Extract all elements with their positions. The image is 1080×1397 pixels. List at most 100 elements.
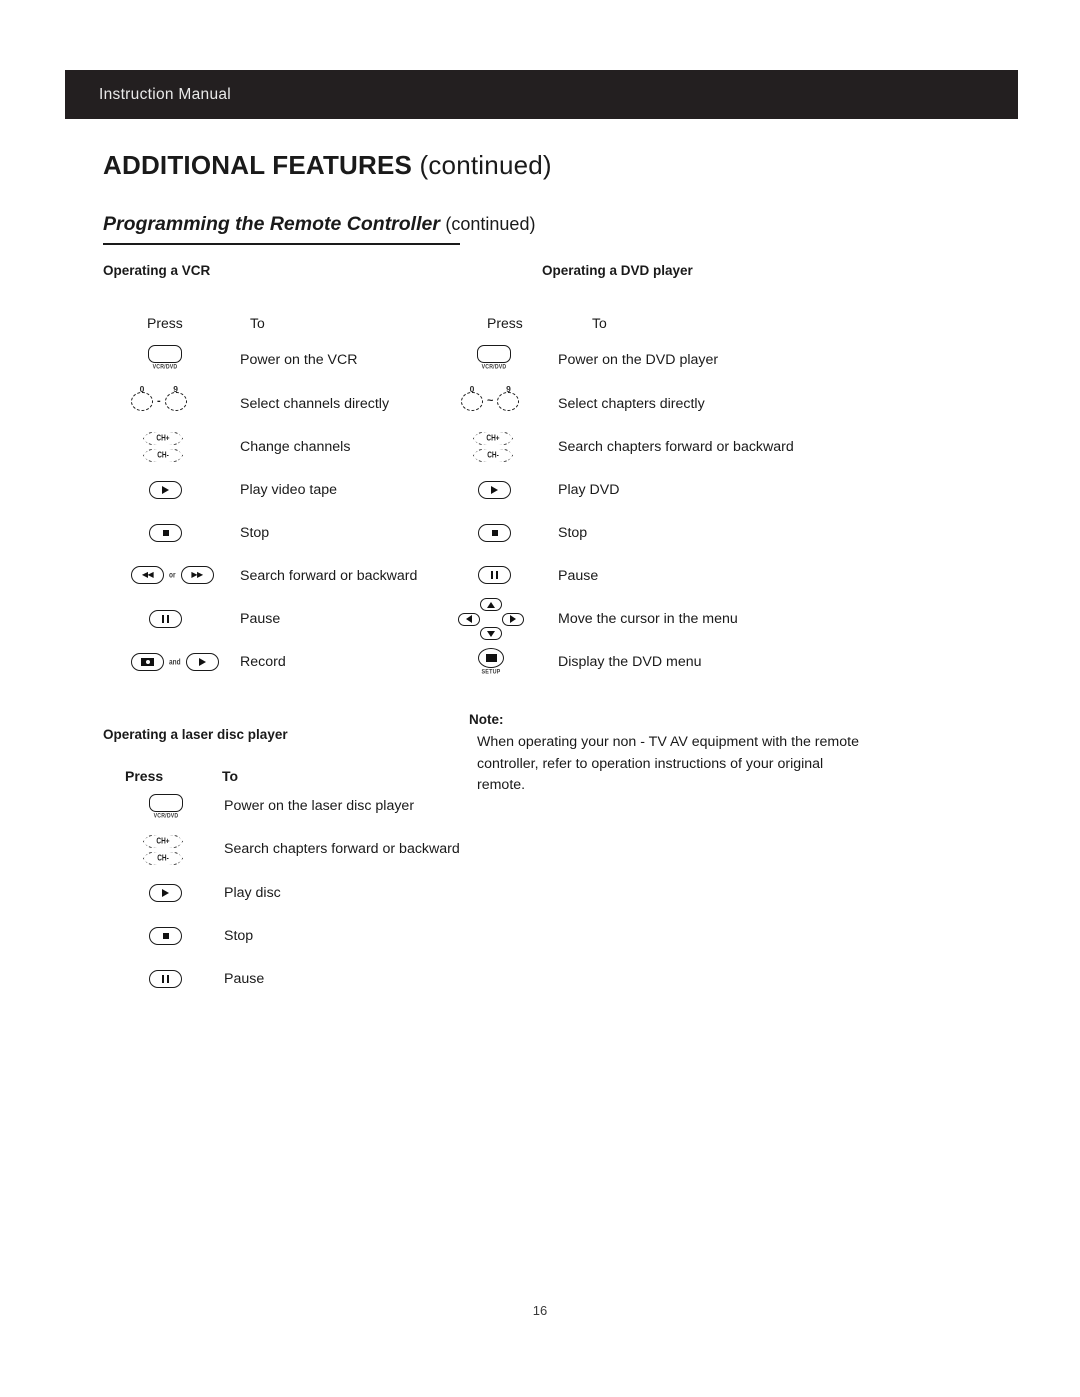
icon-stop-button-icon[interactable] (149, 524, 182, 542)
laser-row-label-3: Stop (224, 928, 254, 944)
stop-glyph-laser (162, 933, 169, 939)
section-heading-laser-disc: Operating a laser disc player (103, 727, 288, 742)
play-button-secondary[interactable] (185, 653, 219, 671)
vcr-row-label-0: Power on the VCR (240, 352, 358, 368)
icon-record-and-play-buttons-icon[interactable]: and (131, 653, 219, 671)
vcr-row-label-1: Select channels directly (240, 396, 390, 412)
dvd-row-label-0: Power on the DVD player (558, 352, 719, 368)
icon-pause-button-icon-dvd[interactable] (478, 566, 511, 584)
vcr-column-header-to: To (250, 315, 265, 331)
icon-stop-button-icon-laser[interactable] (149, 927, 182, 945)
icon-channel-up-down-rocker-icon[interactable]: CH+ CH- (143, 431, 183, 463)
icon-number-buttons-0-to-9-icon-dvd[interactable]: 0 ~ 9 (461, 385, 520, 411)
channel-down-button[interactable]: CH- (143, 449, 183, 462)
laser-column-header-to: To (222, 768, 239, 784)
channel-down-label: CH- (157, 451, 169, 460)
pause-glyph-laser (161, 975, 170, 983)
page-title-continued: (continued) (419, 150, 552, 180)
chapter-backward-button[interactable]: CH- (473, 449, 513, 462)
icon-play-button-icon-laser[interactable] (149, 884, 182, 902)
record-button[interactable] (131, 653, 164, 671)
play-glyph-dvd (491, 486, 498, 494)
stop-glyph-dvd (491, 530, 498, 536)
number-button-low-circle-dvd (461, 392, 483, 411)
header-title: Instruction Manual (99, 85, 232, 103)
icon-pause-button-icon-laser[interactable] (149, 970, 182, 988)
power-button-caption-dvd: VCR/DVD (481, 363, 507, 371)
cursor-down-button[interactable] (480, 627, 502, 640)
header-bar: Instruction Manual (65, 70, 1018, 119)
setup-button-body (478, 648, 504, 668)
power-button-body-laser (149, 794, 183, 812)
vcr-row-label-7: Record (240, 654, 286, 670)
chapter-forward-label-laser: CH+ (156, 837, 170, 846)
section-subtitle-continued: (continued) (445, 214, 536, 234)
section-heading-vcr: Operating a VCR (103, 263, 211, 278)
chapter-forward-button[interactable]: CH+ (473, 432, 513, 445)
laser-row-label-0: Power on the laser disc player (224, 798, 415, 814)
stop-glyph (162, 530, 169, 536)
subtitle-underline (103, 243, 460, 245)
chapter-forward-button-laser[interactable]: CH+ (143, 835, 183, 848)
dvd-row-label-3: Play DVD (558, 482, 620, 498)
dvd-row-label-5: Pause (558, 568, 599, 584)
cursor-right-button[interactable] (502, 612, 524, 626)
dvd-row-label-1: Select chapters directly (558, 396, 705, 412)
channel-up-label: CH+ (156, 434, 170, 443)
laser-row-label-4: Pause (224, 971, 265, 987)
icon-cursor-direction-pad-icon[interactable] (458, 598, 524, 640)
vcr-row-label-5: Search forward or backward (240, 568, 418, 584)
connector-or-label: or (169, 570, 176, 580)
cursor-left-button[interactable] (458, 612, 480, 626)
play-glyph-laser (162, 889, 169, 897)
icon-setup-menu-button-icon[interactable]: SETUP (478, 648, 504, 676)
number-range-tilde: ~ (487, 395, 494, 407)
fast-forward-button[interactable]: ▶▶ (180, 566, 214, 584)
icon-play-button-icon-dvd[interactable] (478, 481, 511, 499)
laser-row-label-1: Search chapters forward or backward (224, 841, 460, 857)
channel-up-button[interactable]: CH+ (143, 432, 183, 445)
vcr-column-header-press: Press (147, 315, 183, 331)
icon-power-vcr-dvd-button-icon-dvd[interactable]: VCR/DVD (477, 345, 511, 371)
chapter-backward-button-laser[interactable]: CH- (143, 852, 183, 865)
note-title: Note: (469, 712, 504, 727)
play-glyph-secondary (198, 658, 206, 666)
vcr-row-label-2: Change channels (240, 439, 351, 455)
dvd-row-label-6: Move the cursor in the menu (558, 611, 738, 627)
number-range-dash: - (157, 395, 161, 407)
fast-forward-glyph: ▶▶ (191, 570, 203, 579)
connector-and-label: and (169, 657, 181, 667)
rewind-button[interactable]: ◀◀ (131, 566, 164, 584)
section-subtitle: Programming the Remote Controller (conti… (103, 213, 535, 236)
pause-glyph (161, 615, 170, 623)
cursor-up-button[interactable] (480, 598, 502, 611)
icon-power-vcr-dvd-button-icon[interactable]: VCR/DVD (148, 345, 182, 371)
vcr-row-label-4: Stop (240, 525, 270, 541)
dvd-column-header-to: To (592, 315, 607, 331)
section-subtitle-main: Programming the Remote Controller (103, 213, 440, 235)
icon-power-vcr-dvd-button-icon-laser[interactable]: VCR/DVD (149, 794, 183, 820)
dvd-row-label-4: Stop (558, 525, 588, 541)
record-glyph (141, 658, 154, 666)
page-title-main: ADDITIONAL FEATURES (103, 150, 413, 180)
vcr-row-label-6: Pause (240, 611, 281, 627)
icon-stop-button-icon-dvd[interactable] (478, 524, 511, 542)
power-button-caption: VCR/DVD (152, 363, 178, 371)
icon-play-button-icon[interactable] (149, 481, 182, 499)
icon-chapter-search-rocker-icon-laser[interactable]: CH+ CH- (143, 834, 183, 866)
icon-rewind-or-fast-forward-buttons-icon[interactable]: ◀◀ or ▶▶ (131, 566, 214, 584)
number-button-high-circle-dvd (497, 392, 520, 411)
rewind-glyph: ◀◀ (141, 570, 154, 579)
icon-number-buttons-0-to-9-icon[interactable]: 0 - 9 (131, 385, 187, 411)
laser-row-label-2: Play disc (224, 885, 281, 901)
chapter-backward-label-laser: CH- (157, 854, 169, 863)
setup-button-caption: SETUP (481, 668, 501, 676)
icon-chapter-search-rocker-icon-dvd[interactable]: CH+ CH- (473, 431, 513, 463)
laser-column-header-press: Press (125, 768, 164, 784)
number-button-low-circle (131, 392, 153, 411)
note-body: When operating your non - TV AV equipmen… (477, 734, 859, 793)
icon-pause-button-icon[interactable] (149, 610, 182, 628)
page-title: ADDITIONAL FEATURES (continued) (103, 150, 552, 181)
page-number: 16 (532, 1303, 548, 1318)
dvd-column-header-press: Press (487, 315, 523, 331)
